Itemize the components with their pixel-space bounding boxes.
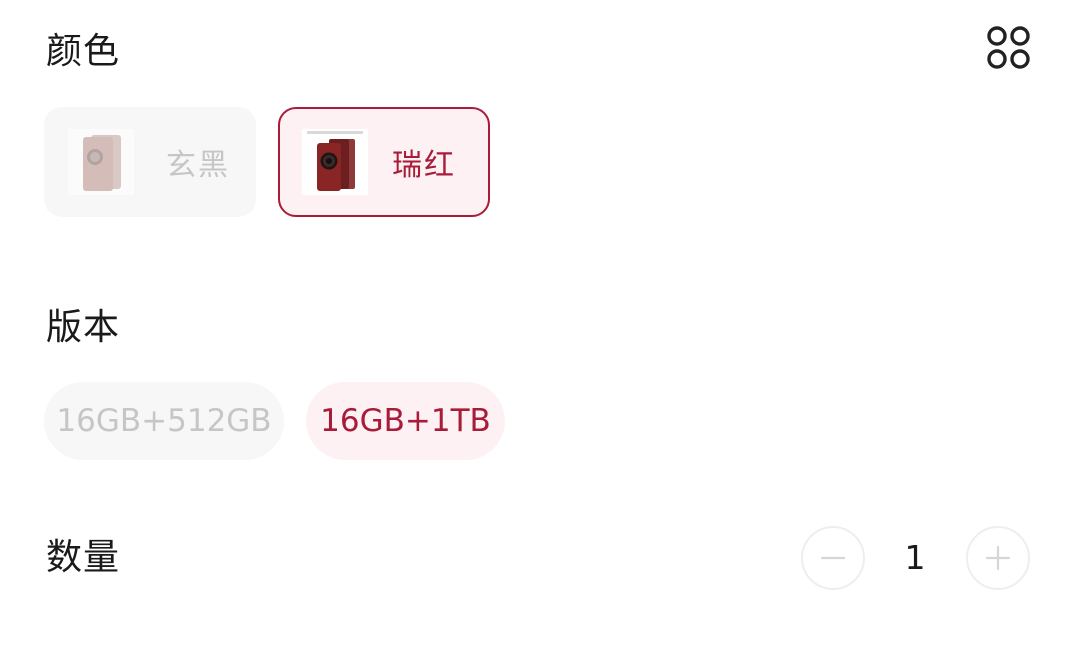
version-option-16gb-512gb[interactable]: 16GB+512GB	[44, 382, 284, 460]
version-option-16gb-1tb[interactable]: 16GB+1TB	[306, 382, 505, 460]
quantity-value: 1	[904, 538, 926, 577]
color-option-red[interactable]: 瑞红	[278, 107, 490, 217]
color-option-label: 玄黑	[166, 148, 230, 183]
color-option-label: 瑞红	[392, 148, 456, 183]
grid-four-circles-icon	[987, 26, 1030, 69]
quantity-section-title: 数量	[46, 537, 121, 578]
phone-thumbnail-image	[302, 129, 368, 195]
color-option-black[interactable]: 玄黑	[44, 107, 256, 217]
quantity-increase-button[interactable]	[966, 526, 1030, 590]
grid-view-toggle-button[interactable]	[986, 25, 1032, 71]
plus-icon	[985, 545, 1011, 571]
color-section-title: 颜色	[46, 31, 121, 72]
minus-icon	[820, 556, 846, 560]
quantity-decrease-button[interactable]	[801, 526, 865, 590]
phone-thumbnail-image	[68, 129, 134, 195]
version-section-title: 版本	[46, 307, 121, 348]
